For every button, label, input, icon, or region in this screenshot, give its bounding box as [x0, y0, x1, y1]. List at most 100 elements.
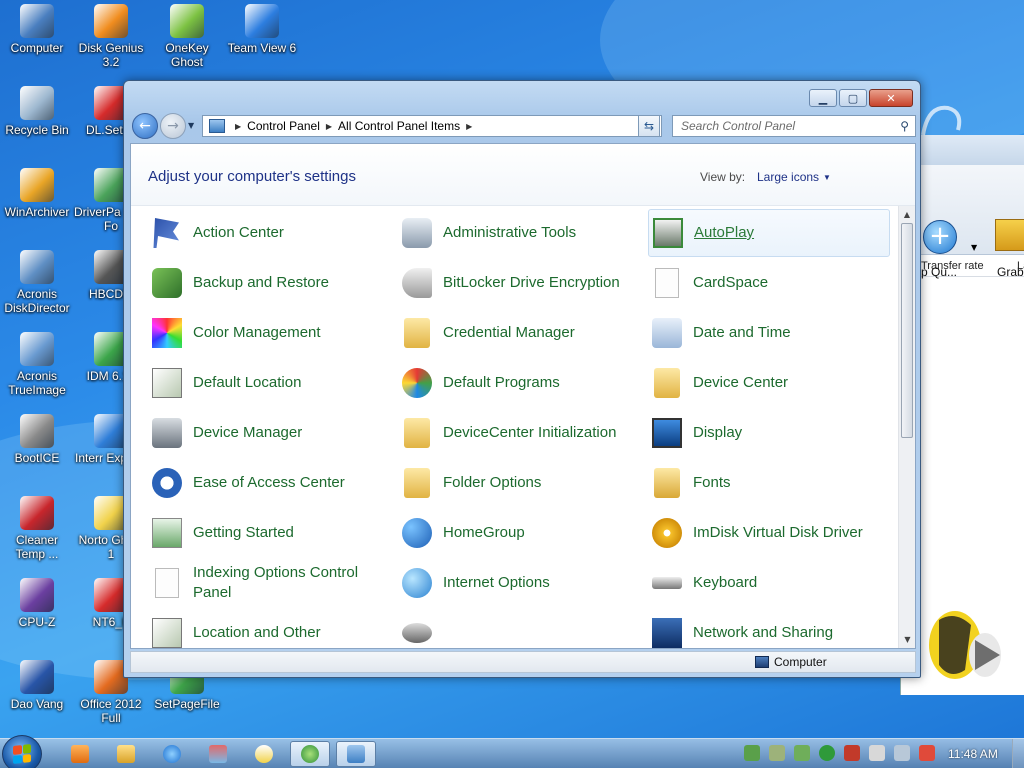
breadcrumb-all-items[interactable]: All Control Panel Items	[338, 119, 460, 133]
control-panel-item[interactable]: Default Programs	[398, 359, 640, 407]
control-panel-item-label: ImDisk Virtual Disk Driver	[693, 524, 863, 541]
forward-button[interactable]: →	[160, 113, 186, 139]
control-panel-item[interactable]: Default Location	[148, 359, 390, 407]
show-desktop-button[interactable]	[1012, 739, 1024, 768]
dropdown-arrow-icon[interactable]: ▼	[971, 243, 977, 252]
desktop-icon[interactable]: Dao Vang	[0, 660, 74, 711]
search-icon[interactable]: ⚲	[900, 119, 909, 133]
close-icon: ✕	[886, 91, 896, 105]
vertical-scrollbar[interactable]: ▲ ▼	[898, 206, 915, 648]
globe-icon	[301, 745, 319, 763]
refresh-icon: ⇆	[643, 119, 655, 133]
control-panel-item[interactable]: Color Management	[148, 309, 390, 357]
taskbar-app[interactable]	[198, 741, 238, 767]
taskbar-media-player[interactable]	[60, 741, 100, 767]
status-bar: Computer	[130, 651, 916, 673]
recent-pages-dropdown[interactable]: ▼	[188, 121, 194, 130]
scroll-thumb[interactable]	[901, 223, 913, 438]
control-panel-item[interactable]: Location and Other	[148, 609, 390, 648]
clock[interactable]: 11:48 AM	[948, 747, 998, 761]
scroll-down-button[interactable]: ▼	[899, 631, 916, 648]
desktop-icon[interactable]: CPU-Z	[0, 578, 74, 629]
control-panel-item[interactable]: Display	[648, 409, 890, 457]
desktop-icon[interactable]: Team View 6	[225, 4, 299, 55]
app-icon	[170, 4, 204, 38]
desktop-icon[interactable]: WinArchiver	[0, 168, 74, 219]
control-panel-item[interactable]: Internet Options	[398, 559, 640, 607]
control-panel-item-label: Keyboard	[693, 574, 758, 591]
control-panel-item[interactable]: Date and Time	[648, 309, 890, 357]
desktop-icon[interactable]: Cleaner Temp ...	[0, 496, 74, 561]
control-panel-item[interactable]: ImDisk Virtual Disk Driver	[648, 509, 890, 557]
desktop-icon[interactable]: Disk Genius 3.2	[74, 4, 148, 69]
autoplay-icon	[651, 216, 685, 250]
control-panel-item-label: Default Programs	[443, 374, 560, 391]
start-button[interactable]	[2, 735, 42, 768]
view-by-dropdown[interactable]: Large icons ▼	[757, 170, 831, 184]
control-panel-item[interactable]: Device Center	[648, 359, 890, 407]
control-panel-item-label: Device Center	[693, 374, 789, 391]
tray-network-icon[interactable]	[744, 745, 760, 761]
scroll-up-button[interactable]: ▲	[899, 206, 915, 223]
desktop-icon[interactable]: OneKey Ghost	[150, 4, 224, 69]
ghost-icon	[255, 745, 273, 763]
chevron-right-icon[interactable]: ▶	[235, 122, 241, 131]
control-panel-window[interactable]: ▁ ▢ ✕ ← → ▼ ▶ Control Panel ▶ All Contro…	[123, 80, 921, 678]
control-panel-item[interactable]: BitLocker Drive Encryption	[398, 259, 640, 307]
control-panel-item[interactable]: Backup and Restore	[148, 259, 390, 307]
toolbar-button-label[interactable]: p Qu...	[921, 265, 957, 279]
desktop-icon[interactable]: Computer	[0, 4, 74, 55]
control-panel-item[interactable]: Action Center	[148, 209, 390, 257]
back-button[interactable]: ←	[132, 113, 158, 139]
disc-icon	[650, 516, 684, 550]
control-panel-item-label: Display	[693, 424, 743, 441]
page-title: Adjust your computer's settings	[148, 168, 356, 185]
control-panel-item[interactable]: Ease of Access Center	[148, 459, 390, 507]
close-button[interactable]: ✕	[869, 89, 913, 107]
taskbar-explorer[interactable]	[106, 741, 146, 767]
tray-play-icon[interactable]	[819, 745, 835, 761]
desktop-icon[interactable]: Acronis DiskDirector	[0, 250, 74, 315]
control-panel-item[interactable]: Administrative Tools	[398, 209, 640, 257]
maximize-button[interactable]: ▢	[839, 89, 867, 107]
tray-flag-icon[interactable]	[869, 745, 885, 761]
taskbar-internet-explorer[interactable]	[152, 741, 192, 767]
taskbar-control-panel[interactable]	[336, 741, 376, 767]
ie-icon	[163, 745, 181, 763]
tray-shield-icon[interactable]	[844, 745, 860, 761]
control-panel-item[interactable]: Keyboard	[648, 559, 890, 607]
control-panel-item[interactable]: HomeGroup	[398, 509, 640, 557]
system-tray	[744, 745, 944, 761]
control-panel-item[interactable]: Folder Options	[398, 459, 640, 507]
control-panel-item[interactable]: Device Manager	[148, 409, 390, 457]
control-panel-item[interactable]: CardSpace	[648, 259, 890, 307]
control-panel-item[interactable]: Getting Started	[148, 509, 390, 557]
tray-app-icon[interactable]	[794, 745, 810, 761]
control-panel-item[interactable]: Credential Manager	[398, 309, 640, 357]
desktop-icon[interactable]: Acronis TrueImage	[0, 332, 74, 397]
taskbar-onekey[interactable]	[290, 741, 330, 767]
control-panel-item[interactable]: Network and Sharing	[648, 609, 890, 648]
wallpaper-fish	[929, 611, 1001, 679]
tray-volume-muted-icon[interactable]	[919, 745, 935, 761]
refresh-button[interactable]: ⇆	[638, 115, 660, 137]
grabber-icon[interactable]	[995, 219, 1024, 251]
tray-display-icon[interactable]	[894, 745, 910, 761]
control-panel-item[interactable]: DeviceCenter Initialization	[398, 409, 640, 457]
control-panel-item[interactable]: Indexing Options Control Panel	[148, 559, 390, 607]
chevron-right-icon[interactable]: ▶	[466, 122, 472, 131]
breadcrumb-control-panel[interactable]: Control Panel	[247, 119, 320, 133]
chevron-right-icon[interactable]: ▶	[326, 122, 332, 131]
minimize-button[interactable]: ▁	[809, 89, 837, 107]
taskbar-ghost[interactable]	[244, 741, 284, 767]
control-panel-item[interactable]	[398, 609, 640, 648]
address-bar[interactable]: ▶ Control Panel ▶ All Control Panel Item…	[202, 115, 662, 137]
desktop-icon[interactable]: Recycle Bin	[0, 86, 74, 137]
control-panel-item[interactable]: AutoPlay	[648, 209, 890, 257]
tray-app-icon[interactable]	[769, 745, 785, 761]
search-input[interactable]: Search Control Panel ⚲	[672, 115, 916, 137]
control-panel-item[interactable]: Fonts	[648, 459, 890, 507]
desktop-icon[interactable]: BootICE	[0, 414, 74, 465]
add-icon[interactable]: +	[923, 220, 957, 254]
column-header[interactable]: La	[1017, 260, 1024, 272]
